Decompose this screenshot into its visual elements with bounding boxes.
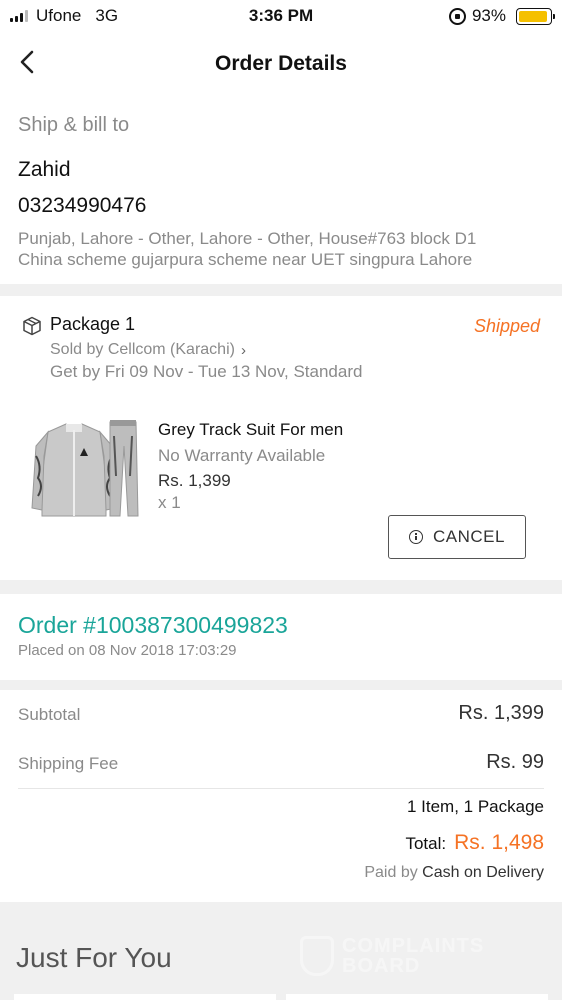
shield-icon bbox=[300, 936, 334, 976]
total-value: Rs. 1,498 bbox=[454, 831, 544, 854]
order-number: Order #100387300499823 bbox=[18, 612, 288, 638]
cancel-label: CANCEL bbox=[433, 527, 505, 546]
page-title: Order Details bbox=[215, 52, 347, 75]
shipping-fee-label: Shipping Fee bbox=[18, 754, 119, 773]
customer-address: Punjab, Lahore - Other, Lahore - Other, … bbox=[18, 228, 544, 270]
payment-method: Cash on Delivery bbox=[422, 864, 544, 881]
shipping-fee-value: Rs. 99 bbox=[486, 751, 544, 773]
paid-by-label: Paid by bbox=[364, 864, 418, 881]
package-status: Shipped bbox=[473, 316, 540, 336]
address-line-1: Punjab, Lahore - Other, Lahore - Other, … bbox=[18, 229, 477, 248]
product-card[interactable] bbox=[14, 994, 276, 1000]
product-quantity: x 1 bbox=[158, 493, 181, 512]
product-card[interactable] bbox=[286, 994, 548, 1000]
cancel-button[interactable]: CANCEL bbox=[388, 515, 526, 559]
nav-bar: Order Details bbox=[0, 34, 562, 94]
subtotal-label: Subtotal bbox=[18, 705, 81, 724]
battery-percent: 93% bbox=[471, 6, 506, 25]
package-title: Package 1 bbox=[50, 314, 136, 334]
summary-divider bbox=[18, 788, 544, 789]
customer-name: Zahid bbox=[18, 158, 71, 181]
product-warranty: No Warranty Available bbox=[158, 446, 326, 465]
battery-icon bbox=[516, 7, 555, 25]
address-line-2: China scheme gujarpura scheme near UET s… bbox=[18, 250, 473, 269]
product-cards-hint bbox=[0, 994, 562, 1000]
product-price: Rs. 1,399 bbox=[158, 471, 231, 490]
total-row: Total: Rs. 1,498 bbox=[405, 831, 544, 855]
subtotal-value: Rs. 1,399 bbox=[458, 702, 544, 724]
chevron-right-icon: › bbox=[240, 341, 246, 359]
customer-phone: 03234990476 bbox=[18, 194, 147, 217]
just-for-you-heading: Just For You bbox=[16, 942, 172, 973]
status-bar: Ufone 3G 3:36 PM 93% bbox=[0, 0, 562, 34]
total-label: Total: bbox=[405, 834, 447, 853]
rotation-lock-icon bbox=[448, 7, 466, 25]
recommendations-section: Just For You COMPLAINTS BOARD bbox=[0, 902, 562, 1000]
product-name[interactable]: Grey Track Suit For men bbox=[158, 420, 343, 440]
watermark-line-1: COMPLAINTS bbox=[342, 935, 485, 957]
ship-bill-heading: Ship & bill to bbox=[18, 114, 130, 136]
order-placed-date: Placed on 08 Nov 2018 17:03:29 bbox=[18, 642, 237, 659]
section-divider bbox=[0, 680, 562, 690]
items-count: 1 Item, 1 Package bbox=[406, 797, 544, 816]
seller-name: Sold by Cellcom (Karachi) bbox=[50, 341, 235, 358]
watermark-logo: COMPLAINTS BOARD bbox=[300, 936, 484, 976]
watermark-line-2: BOARD bbox=[342, 955, 421, 977]
watermark-text: COMPLAINTS BOARD bbox=[342, 936, 484, 976]
section-divider bbox=[0, 284, 562, 296]
info-icon bbox=[409, 530, 424, 544]
delivery-estimate: Get by Fri 09 Nov - Tue 13 Nov, Standard bbox=[50, 362, 363, 381]
status-right: 93% bbox=[448, 6, 555, 26]
package-box-icon bbox=[23, 316, 41, 336]
seller-link[interactable]: Sold by Cellcom (Karachi) › bbox=[50, 341, 246, 359]
battery-fill bbox=[519, 10, 547, 22]
section-divider bbox=[0, 580, 562, 594]
payment-info: Paid by Cash on Delivery bbox=[364, 864, 544, 882]
product-image[interactable] bbox=[30, 416, 140, 524]
